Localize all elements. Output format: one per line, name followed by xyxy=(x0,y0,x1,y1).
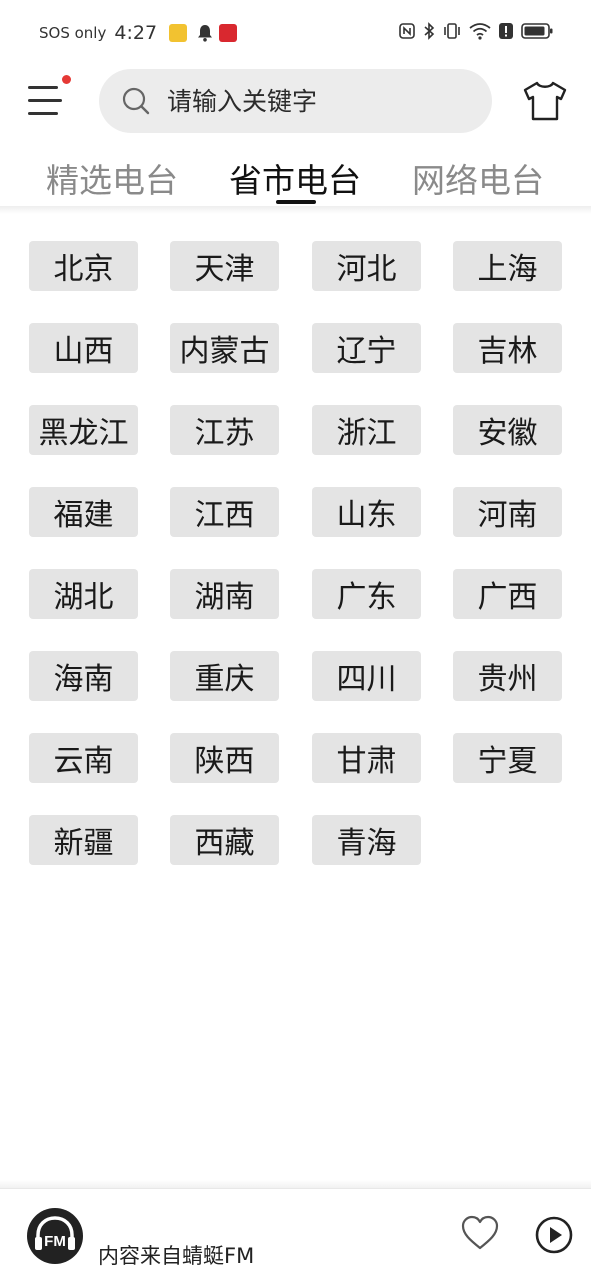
vibrate-icon xyxy=(444,23,460,39)
player-shadow xyxy=(0,1180,591,1188)
bell-icon xyxy=(198,25,213,42)
tab-featured[interactable]: 精选电台 xyxy=(46,154,178,202)
province-chip[interactable]: 天津 xyxy=(170,241,279,291)
province-chip[interactable]: 海南 xyxy=(29,651,138,701)
nfc-icon xyxy=(399,23,415,39)
province-chip[interactable]: 甘肃 xyxy=(312,733,421,783)
province-chip[interactable]: 黑龙江 xyxy=(29,405,138,455)
menu-button[interactable] xyxy=(24,78,72,126)
status-left: SOS only 4:27 xyxy=(39,22,238,44)
province-chip[interactable]: 云南 xyxy=(29,733,138,783)
province-chip[interactable]: 重庆 xyxy=(170,651,279,701)
search-input[interactable] xyxy=(167,69,467,133)
source-text: 内容来自蜻蜓FM xyxy=(98,1244,255,1268)
app-notification-icon xyxy=(169,24,188,42)
status-right xyxy=(399,22,553,40)
carrier-text: SOS only xyxy=(39,24,107,42)
status-bar: SOS only 4:27 xyxy=(0,0,591,66)
tab-provincial[interactable]: 省市电台 xyxy=(229,154,361,202)
heart-icon[interactable] xyxy=(460,1213,500,1253)
province-chip[interactable]: 江苏 xyxy=(170,405,279,455)
province-chip[interactable]: 湖北 xyxy=(29,569,138,619)
notification-dot xyxy=(62,75,71,84)
play-icon[interactable] xyxy=(534,1215,574,1255)
province-chip[interactable]: 贵州 xyxy=(453,651,562,701)
active-tab-indicator xyxy=(276,200,316,204)
news-app-icon xyxy=(219,24,238,42)
province-chip[interactable]: 辽宁 xyxy=(312,323,421,373)
search-bar[interactable] xyxy=(99,69,492,133)
player-bar xyxy=(0,1188,591,1280)
search-icon xyxy=(122,87,150,115)
category-tabs: 精选电台 省市电台 网络电台 xyxy=(0,150,591,206)
province-chip[interactable]: 广西 xyxy=(453,569,562,619)
province-chip[interactable]: 宁夏 xyxy=(453,733,562,783)
province-chip[interactable]: 上海 xyxy=(453,241,562,291)
t-shirt-icon[interactable] xyxy=(522,80,568,122)
province-chip[interactable]: 江西 xyxy=(170,487,279,537)
province-chip[interactable]: 陕西 xyxy=(170,733,279,783)
tabs-divider xyxy=(0,206,591,214)
fm-logo-text: FM xyxy=(44,1233,66,1250)
tab-network[interactable]: 网络电台 xyxy=(412,154,544,202)
province-chip[interactable]: 河南 xyxy=(453,487,562,537)
province-chip[interactable]: 青海 xyxy=(312,815,421,865)
province-chip[interactable]: 河北 xyxy=(312,241,421,291)
province-chip[interactable]: 山西 xyxy=(29,323,138,373)
province-chip[interactable]: 安徽 xyxy=(453,405,562,455)
province-chip[interactable]: 湖南 xyxy=(170,569,279,619)
province-chip[interactable]: 内蒙古 xyxy=(170,323,279,373)
province-chip[interactable]: 浙江 xyxy=(312,405,421,455)
province-chip[interactable]: 山东 xyxy=(312,487,421,537)
province-chip[interactable]: 北京 xyxy=(29,241,138,291)
clock-time: 4:27 xyxy=(114,22,158,44)
battery-icon xyxy=(521,23,553,39)
province-chip[interactable]: 新疆 xyxy=(29,815,138,865)
province-chip[interactable]: 四川 xyxy=(312,651,421,701)
fm-logo[interactable]: FM xyxy=(26,1207,84,1265)
province-chip[interactable]: 广东 xyxy=(312,569,421,619)
province-chip[interactable]: 吉林 xyxy=(453,323,562,373)
hamburger-menu-icon xyxy=(28,86,58,89)
bluetooth-icon xyxy=(424,22,435,40)
province-chip[interactable]: 福建 xyxy=(29,487,138,537)
province-chip[interactable]: 西藏 xyxy=(170,815,279,865)
wifi-icon xyxy=(469,23,491,40)
alert-icon xyxy=(499,23,513,39)
